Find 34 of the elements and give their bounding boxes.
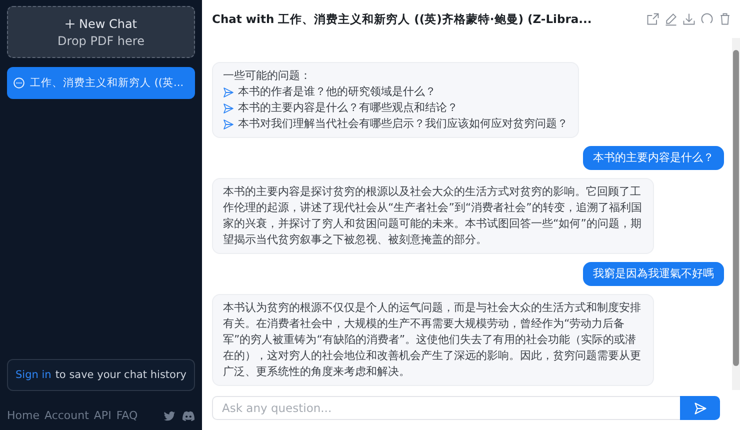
gamepad-icon[interactable] [182,410,195,422]
sign-in-link[interactable]: Sign in [16,369,52,381]
user-message: 我窮是因為我運氣不好嗎 [583,262,724,286]
send-icon [223,86,234,98]
scrollbar[interactable] [732,38,740,390]
bot-message: 本书的主要内容是探讨贫穷的根源以及社会大众的生活方式对贫穷的影响。它回顾了工作伦理的起源，讲述了现代社会从“生产者社会”到“消费者社会”的转变，追溯了福利国家的兴衰，并探讨了穷人和贫困问题可能的未来。本书试图回答一些“如何”的问题，期望揭示当代贫穷叙事之下被忽视、被刻意掩盖的部分。 [212,178,654,254]
footer-link[interactable]: Home [7,409,40,422]
chat-bubble-icon [13,77,25,89]
footer-link[interactable]: Account [44,409,89,422]
footer-link[interactable]: API [94,409,112,422]
plus-icon [64,18,75,28]
suggested-question[interactable]: 本书的主要内容是什么？有哪些观点和结论？ [223,100,568,116]
pencil-icon[interactable] [664,12,678,26]
download-icon[interactable] [682,12,696,26]
send-button[interactable] [680,396,720,420]
share-icon[interactable] [646,12,660,26]
send-icon [223,102,234,114]
bot-message: 本书认为贫穷的根源不仅仅是个人的运气问题，而是与社会大众的生活方式和制度安排有关。在消费者社会中，大规模的生产不再需要大规模劳动，曾经作为“劳动力后备军”的穷人被重铸为“有缺陷的消费者”。这使他们失去了有用的社会功能（实际的或潜在的），这对穷人的社会地位和改善机会产生了深远的影响。因此，贫穷问题需要从更广泛、更系统性的角度来考虑和解决。 [212,294,654,386]
question-input[interactable]: Ask any question... [212,396,680,420]
send-icon [694,402,706,414]
bird-icon[interactable] [163,410,176,422]
user-message: 本书的主要内容是什么？ [583,146,724,170]
chat-title: Chat with 工作、消费主义和新穷人 ((英)齐格蒙特·鲍曼) (Z-Libra... [212,12,593,26]
footer-link[interactable]: FAQ [116,409,138,422]
suggested-question[interactable]: 本书对我们理解当代社会有哪些启示？我们应该如何应对贫穷问题？ [223,116,568,132]
suggested-question[interactable]: 本书的作者是谁？他的研究领域是什么？ [223,84,568,100]
new-chat-button[interactable]: New Chat Drop PDF here [7,6,195,58]
refresh-icon[interactable] [700,12,714,26]
sign-in-text: to save your chat history [55,369,186,381]
trash-icon[interactable] [718,12,732,26]
drop-pdf-hint: Drop PDF here [58,34,144,48]
suggestions-intro: 一些可能的问题： [223,68,312,84]
chat-history-item[interactable]: 工作、消费主义和新穷人 ((英... [7,67,195,99]
send-icon [223,118,234,130]
